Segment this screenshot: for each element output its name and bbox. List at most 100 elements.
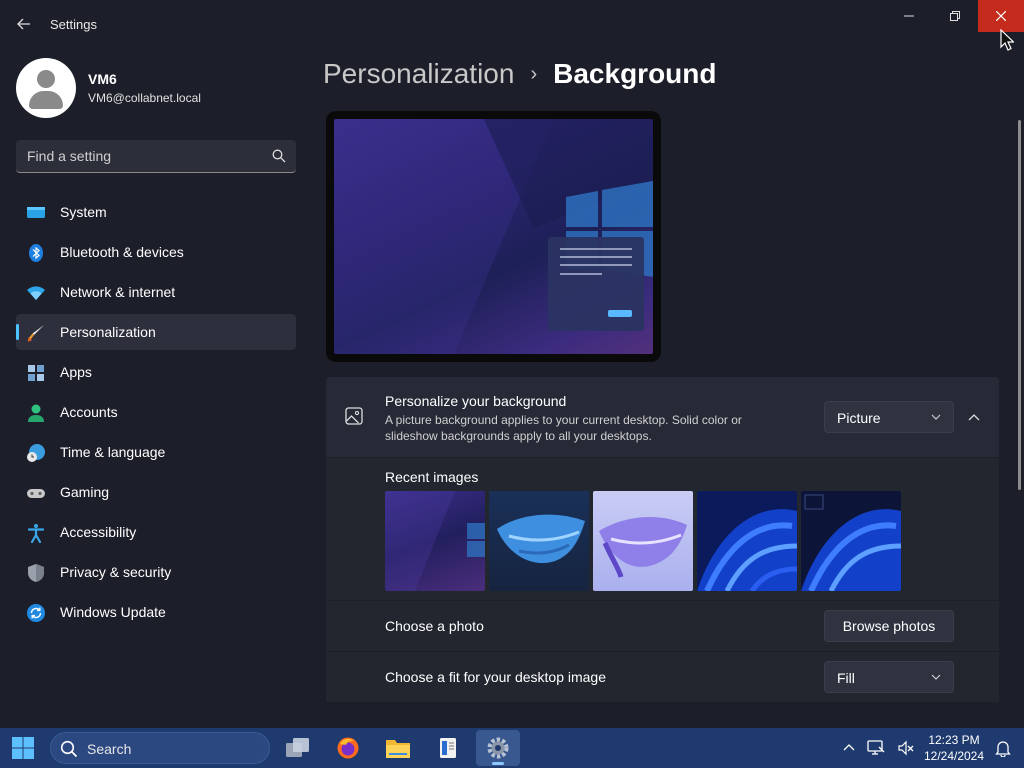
fit-dropdown[interactable]: Fill	[824, 661, 954, 693]
preview-wallpaper	[334, 119, 653, 354]
page-title: Background	[553, 58, 717, 89]
sidebar-item-privacy[interactable]: Privacy & security	[16, 554, 296, 590]
windows-start-icon[interactable]	[10, 736, 36, 760]
breadcrumb: Personalization › Background	[323, 58, 716, 90]
background-type-value: Picture	[837, 410, 881, 426]
choose-fit-label: Choose a fit for your desktop image	[385, 669, 607, 685]
sidebar-item-network[interactable]: Network & internet	[16, 274, 296, 310]
sidebar-item-label: System	[60, 204, 107, 220]
collapse-button[interactable]	[962, 405, 986, 429]
notification-bell-icon[interactable]	[995, 739, 1011, 757]
taskbar-clock[interactable]: 12:23 PM 12/24/2024	[918, 732, 990, 764]
fit-value: Fill	[837, 670, 855, 686]
browse-photos-button[interactable]: Browse photos	[824, 610, 954, 642]
close-icon	[996, 11, 1006, 21]
file-explorer-taskbar-button[interactable]	[376, 730, 420, 766]
sidebar-item-personalization[interactable]: Personalization	[16, 314, 296, 350]
search-input[interactable]	[16, 140, 256, 172]
taskbar: Search 12:23 PM 12/24/2024	[0, 728, 1024, 768]
sidebar-item-label: Accessibility	[60, 524, 137, 540]
sidebar-item-apps[interactable]: Apps	[16, 354, 296, 390]
sidebar-item-label: Bluetooth & devices	[60, 244, 184, 260]
monitor-icon	[27, 207, 45, 218]
close-button[interactable]	[978, 0, 1024, 32]
sidebar-item-gaming[interactable]: Gaming	[16, 474, 296, 510]
recent-image-thumbnail[interactable]	[593, 491, 693, 591]
volume-muted-icon[interactable]	[897, 739, 915, 757]
sidebar-item-label: Apps	[60, 364, 92, 380]
update-icon	[27, 604, 45, 622]
wifi-icon	[27, 286, 45, 300]
recent-image-thumbnail[interactable]	[697, 491, 797, 591]
recent-images-list	[385, 491, 901, 591]
recent-image-thumbnail[interactable]	[385, 491, 485, 591]
task-view-button[interactable]	[276, 730, 320, 766]
gamepad-icon	[27, 489, 45, 498]
recent-images-label: Recent images	[385, 469, 479, 485]
sidebar-item-system[interactable]: System	[16, 194, 296, 230]
search-icon	[60, 740, 78, 758]
notepad-icon	[440, 738, 456, 758]
personalize-background-description: A picture background applies to your cur…	[385, 413, 742, 443]
minimize-icon	[904, 15, 914, 17]
profile-name: VM6	[88, 71, 117, 87]
image-icon	[345, 407, 363, 425]
find-setting-box[interactable]	[16, 140, 296, 173]
sidebar-item-accounts[interactable]: Accounts	[16, 394, 296, 430]
minimize-button[interactable]	[886, 0, 932, 32]
sidebar-item-accessibility[interactable]: Accessibility	[16, 514, 296, 550]
task-view-icon	[286, 738, 309, 757]
chevron-up-icon	[968, 414, 980, 421]
sidebar-item-label: Accounts	[60, 404, 118, 420]
background-type-dropdown[interactable]: Picture	[824, 401, 954, 433]
user-profile[interactable]: VM6 VM6@collabnet.local	[16, 58, 201, 118]
shield-icon	[28, 564, 44, 582]
choose-fit-row: Choose a fit for your desktop image Fill	[326, 652, 999, 702]
sidebar-item-label: Privacy & security	[60, 564, 172, 580]
sidebar-item-label: Windows Update	[60, 604, 166, 620]
sidebar-item-label: Network & internet	[60, 284, 176, 300]
scrollbar[interactable]	[1018, 120, 1021, 490]
chevron-down-icon	[931, 414, 941, 420]
restore-button[interactable]	[932, 0, 978, 32]
breadcrumb-parent[interactable]: Personalization	[323, 58, 514, 90]
sidebar-item-bluetooth[interactable]: Bluetooth & devices	[16, 234, 296, 270]
clock-time: 12:23 PM	[928, 733, 980, 747]
chevron-up-icon[interactable]	[843, 743, 855, 751]
accessibility-icon	[27, 524, 45, 543]
sidebar-item-label: Gaming	[60, 484, 110, 500]
title-bar: Settings	[0, 0, 1024, 48]
gear-icon	[487, 737, 509, 759]
recent-images-section: Recent images	[326, 458, 999, 600]
search-icon[interactable]	[272, 149, 286, 163]
folder-icon	[386, 740, 410, 758]
avatar	[16, 58, 76, 118]
firefox-taskbar-button[interactable]	[326, 730, 370, 766]
personalize-background-title: Personalize your background	[385, 393, 567, 409]
sidebar-item-label: Time & language	[60, 444, 166, 460]
sidebar-item-windows-update[interactable]: Windows Update	[16, 594, 296, 630]
breadcrumb-separator: ›	[530, 62, 538, 85]
person-icon	[28, 404, 44, 422]
recent-image-thumbnail[interactable]	[801, 491, 901, 591]
network-icon[interactable]	[867, 739, 885, 757]
recent-image-thumbnail[interactable]	[489, 491, 589, 591]
clock-date: 12/24/2024	[923, 749, 985, 763]
chevron-down-icon	[931, 674, 941, 680]
profile-email: VM6@collabnet.local	[88, 91, 201, 105]
personalize-background-card[interactable]: Personalize your background A picture ba…	[326, 377, 999, 457]
settings-window: Settings VM6 VM6@collabnet.local System	[0, 0, 1024, 728]
taskbar-search[interactable]: Search	[50, 732, 270, 764]
settings-taskbar-button[interactable]	[476, 730, 520, 766]
choose-photo-row: Choose a photo Browse photos	[326, 601, 999, 651]
sidebar-item-time-language[interactable]: Time & language	[16, 434, 296, 470]
back-button[interactable]	[8, 10, 40, 38]
brush-icon	[27, 325, 44, 342]
restore-icon	[950, 11, 960, 21]
app-title: Settings	[50, 17, 97, 32]
mouse-cursor-icon	[1000, 29, 1014, 51]
desktop-preview	[326, 111, 661, 362]
notepad-taskbar-button[interactable]	[426, 730, 470, 766]
apps-icon	[28, 365, 44, 381]
arrow-left-icon	[17, 18, 30, 30]
